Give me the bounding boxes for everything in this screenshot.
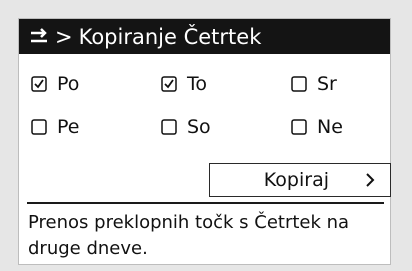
checkbox-unchecked-icon [31,119,47,135]
copy-day-panel: > Kopiranje Četrtek Po To Sr Pe So Ne Ko… [18,18,391,265]
checkbox-label-so: So [187,116,211,138]
checkbox-sr[interactable]: Sr [291,71,337,97]
help-text: Prenos preklopnih točk s Četrtek na drug… [28,212,350,259]
checkbox-label-ne: Ne [317,116,343,138]
day-checkbox-grid: Po To Sr Pe So Ne [19,61,390,171]
checkbox-pe[interactable]: Pe [31,114,79,140]
page-title: Kopiranje Četrtek [78,24,262,49]
checkbox-checked-icon [161,76,177,92]
device-screen: > Kopiranje Četrtek Po To Sr Pe So Ne Ko… [0,0,412,271]
copy-button[interactable]: Kopiraj [209,163,391,197]
chevron-right-icon [366,173,375,187]
checkbox-unchecked-icon [161,119,177,135]
checkbox-to[interactable]: To [161,71,207,97]
checkbox-label-sr: Sr [317,73,337,95]
breadcrumb-separator: > [55,24,73,49]
checkbox-unchecked-icon [291,119,307,135]
checkbox-so[interactable]: So [161,114,211,140]
checkbox-label-pe: Pe [57,116,80,138]
checkbox-checked-icon [31,76,47,92]
divider [27,202,384,204]
title-bar: > Kopiranje Četrtek [19,19,390,54]
copy-arrow-icon [31,27,47,42]
copy-button-label: Kopiraj [263,169,329,191]
checkbox-ne[interactable]: Ne [291,114,343,140]
checkbox-po[interactable]: Po [31,71,79,97]
checkbox-label-po: Po [57,73,80,95]
checkbox-label-to: To [187,73,208,95]
checkbox-unchecked-icon [291,76,307,92]
